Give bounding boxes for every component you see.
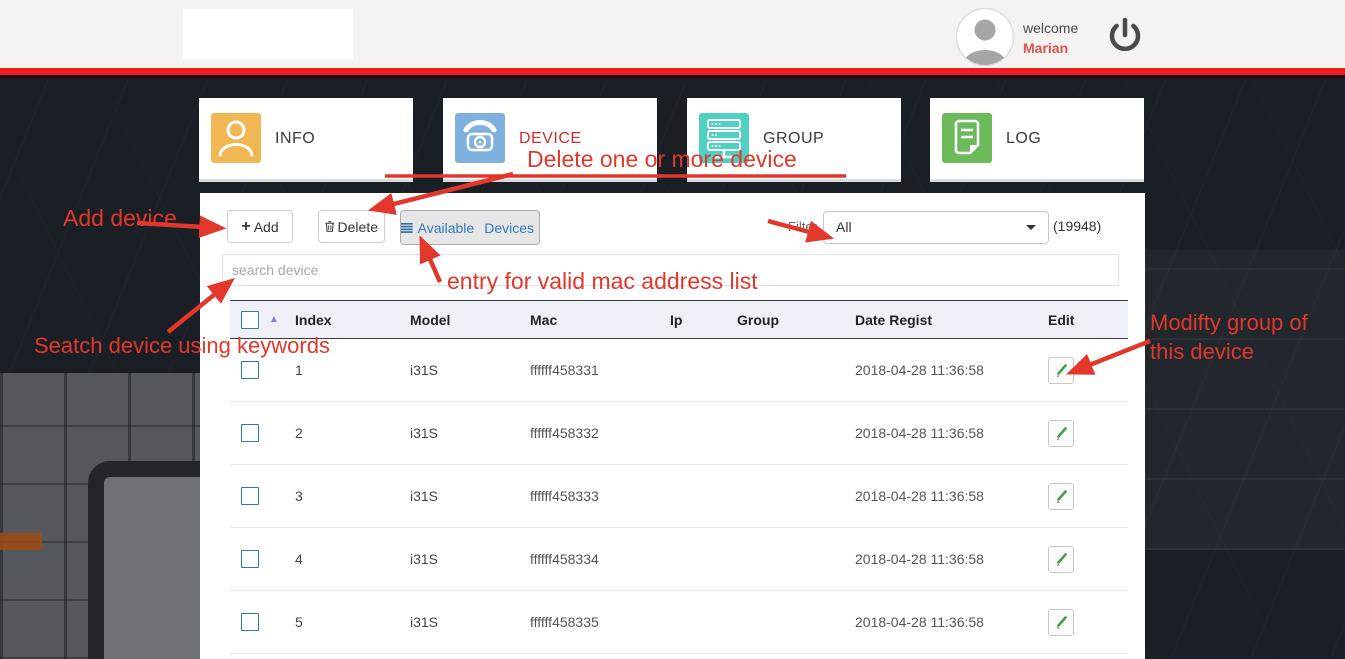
header-divider <box>0 68 1345 78</box>
document-icon <box>942 113 992 163</box>
delete-button[interactable]: Delete <box>318 210 385 243</box>
cell-index: 5 <box>287 614 400 630</box>
filter-dropdown[interactable]: All <box>823 211 1049 244</box>
background-photo-left <box>0 373 207 659</box>
cell-date: 2018-04-28 11:36:58 <box>845 614 1040 630</box>
row-checkbox[interactable] <box>241 613 259 631</box>
power-icon <box>1105 15 1145 57</box>
logout-button[interactable] <box>1105 15 1145 57</box>
cell-date: 2018-04-28 11:36:58 <box>845 551 1040 567</box>
select-all-checkbox[interactable] <box>241 311 259 329</box>
add-button-label: Add <box>254 219 279 235</box>
nav-card-info[interactable]: INFO <box>199 98 413 182</box>
device-table: ▲ Index Model Mac Ip Group Date Regist E… <box>230 300 1128 654</box>
devices-segment[interactable]: Devices <box>479 220 539 236</box>
add-button[interactable]: + Add <box>227 210 293 243</box>
annotation-search-hint: Seatch device using keywords <box>34 333 330 359</box>
cell-model: i31S <box>400 362 520 378</box>
row-checkbox[interactable] <box>241 550 259 568</box>
background-photo-detail <box>0 533 42 550</box>
avatar-icon <box>955 7 1015 67</box>
annotation-add-device: Add device <box>63 205 177 232</box>
cell-model: i31S <box>400 551 520 567</box>
edit-button[interactable] <box>1048 420 1074 447</box>
table-row: 4 i31S ffffff458334 2018-04-28 11:36:58 <box>230 528 1128 591</box>
col-header-date-regist[interactable]: Date Regist <box>845 312 1040 328</box>
background-photo-right <box>1145 250 1345 550</box>
cell-model: i31S <box>400 614 520 630</box>
welcome-label: welcome <box>1023 18 1078 38</box>
cell-index: 3 <box>287 488 400 504</box>
row-checkbox[interactable] <box>241 424 259 442</box>
pencil-icon <box>1054 426 1069 441</box>
chevron-down-icon <box>1026 225 1036 230</box>
logo-placeholder <box>183 9 353 59</box>
filter-label: Filter <box>788 219 817 234</box>
annotation-delete-device: Delete one or more device <box>527 146 797 173</box>
delete-button-label: Delete <box>338 219 378 235</box>
trash-icon <box>325 219 335 234</box>
person-icon <box>211 113 261 163</box>
cell-model: i31S <box>400 488 520 504</box>
cell-mac: ffffff458332 <box>520 425 660 441</box>
pencil-icon <box>1054 552 1069 567</box>
cell-mac: ffffff458335 <box>520 614 660 630</box>
list-icon <box>401 222 413 234</box>
device-panel: + Add Delete Available Devices Filter <box>200 193 1145 659</box>
edit-button[interactable] <box>1048 483 1074 510</box>
filter-selected-value: All <box>836 219 852 235</box>
col-header-edit[interactable]: Edit <box>1040 312 1128 328</box>
col-header-index[interactable]: Index <box>287 312 400 328</box>
available-devices-toggle[interactable]: Available Devices <box>400 210 540 245</box>
annotation-modify-group: Modifty group of this device <box>1150 308 1308 366</box>
nav-card-log[interactable]: LOG <box>930 98 1144 182</box>
table-row: 3 i31S ffffff458333 2018-04-28 11:36:58 <box>230 465 1128 528</box>
pencil-icon <box>1054 615 1069 630</box>
edit-button[interactable] <box>1048 357 1074 384</box>
user-greeting: welcome Marian <box>1023 18 1078 58</box>
nav-label-info: INFO <box>275 98 315 179</box>
edit-button[interactable] <box>1048 546 1074 573</box>
cell-date: 2018-04-28 11:36:58 <box>845 425 1040 441</box>
annotation-mac-entry: entry for valid mac address list <box>447 268 758 295</box>
cell-mac: ffffff458331 <box>520 362 660 378</box>
pencil-icon <box>1054 489 1069 504</box>
col-header-ip[interactable]: Ip <box>660 312 727 328</box>
device-count: (19948) <box>1053 218 1101 234</box>
row-checkbox[interactable] <box>241 361 259 379</box>
table-row: 1 i31S ffffff458331 2018-04-28 11:36:58 <box>230 339 1128 402</box>
available-segment[interactable]: Available <box>413 220 480 236</box>
table-row: 2 i31S ffffff458332 2018-04-28 11:36:58 <box>230 402 1128 465</box>
edit-button[interactable] <box>1048 609 1074 636</box>
annotation-modify-group-line2: this device <box>1150 337 1308 366</box>
cell-index: 1 <box>287 362 400 378</box>
pencil-icon <box>1054 363 1069 378</box>
device-management-page: welcome Marian INFO <box>0 0 1345 659</box>
table-header: ▲ Index Model Mac Ip Group Date Regist E… <box>230 300 1128 339</box>
col-header-mac[interactable]: Mac <box>520 312 660 328</box>
cell-index: 2 <box>287 425 400 441</box>
cell-mac: ffffff458333 <box>520 488 660 504</box>
table-row: 5 i31S ffffff458335 2018-04-28 11:36:58 <box>230 591 1128 654</box>
cell-date: 2018-04-28 11:36:58 <box>845 362 1040 378</box>
avatar[interactable] <box>955 7 1015 67</box>
sort-asc-icon[interactable]: ▲ <box>269 314 279 325</box>
plus-icon: + <box>241 220 250 234</box>
top-header: welcome Marian <box>0 0 1345 68</box>
annotation-modify-group-line1: Modifty group of <box>1150 308 1308 337</box>
cell-date: 2018-04-28 11:36:58 <box>845 488 1040 504</box>
table-body: 1 i31S ffffff458331 2018-04-28 11:36:58 … <box>230 339 1128 654</box>
cell-model: i31S <box>400 425 520 441</box>
col-header-group[interactable]: Group <box>727 312 845 328</box>
username: Marian <box>1023 38 1078 58</box>
row-checkbox[interactable] <box>241 487 259 505</box>
nav-label-log: LOG <box>1006 98 1041 179</box>
phone-icon <box>455 113 505 163</box>
cell-mac: ffffff458334 <box>520 551 660 567</box>
cell-index: 4 <box>287 551 400 567</box>
col-header-model[interactable]: Model <box>400 312 520 328</box>
